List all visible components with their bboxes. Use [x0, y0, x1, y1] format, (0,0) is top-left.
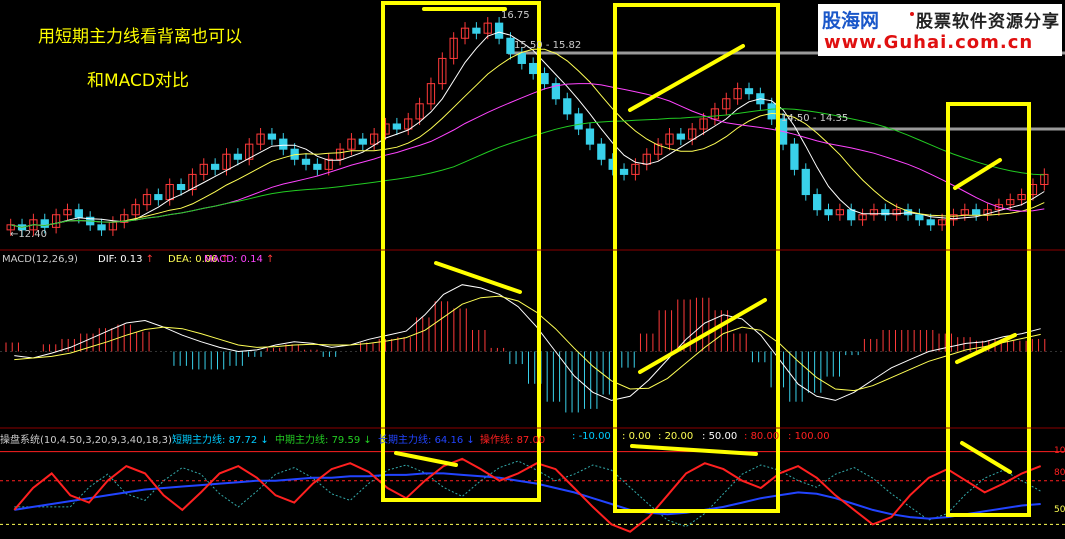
- mid-line: [14, 460, 1041, 528]
- macd-dif-label: DIF: 0.13 ↑: [98, 254, 155, 265]
- trend-line-ind-3: [960, 441, 1012, 474]
- candle-body: [472, 27, 481, 34]
- box-1: [381, 1, 541, 502]
- candle-body: [74, 209, 83, 218]
- watermark-slogan: 股票软件资源分享: [916, 12, 1060, 32]
- watermark-brand: 股海网: [822, 10, 880, 32]
- candle-body: [154, 194, 163, 201]
- annotation-text-1: 用短期主力线看背离也可以: [38, 27, 242, 47]
- candle-body: [926, 219, 935, 226]
- tick-100: 100: [1054, 446, 1065, 456]
- candle-body: [506, 37, 515, 54]
- candle-body: [267, 133, 277, 140]
- level-0: : 0.00: [622, 431, 651, 442]
- watermark-dot-icon: [910, 12, 914, 16]
- macd-hist-label: MACD: 0.14 ↑: [204, 254, 275, 265]
- candle-body: [540, 73, 549, 85]
- long-line-value: 64.16: [434, 435, 464, 446]
- price-high-label: 16.75: [501, 10, 530, 21]
- mid-line-value: 79.59: [331, 435, 361, 446]
- level2-label: 14.50 - 14.35: [781, 113, 849, 124]
- candle-body: [585, 128, 595, 145]
- mid-line-label: 中期主力线: 79.59 ↓: [275, 435, 372, 446]
- candle-body: [40, 219, 49, 228]
- short-line-value: 87.72: [228, 435, 258, 446]
- candle-body: [392, 123, 402, 130]
- tick-80: 80: [1054, 468, 1065, 478]
- trend-line-ind-1: [394, 451, 458, 467]
- level-100: : 100.00: [788, 431, 830, 442]
- level-80: : 80.00: [744, 431, 780, 442]
- macd-hist-value: 0.14: [240, 254, 263, 265]
- candle-body: [801, 168, 810, 196]
- candle-body: [529, 62, 538, 75]
- candle-body: [813, 194, 822, 211]
- trend-line-macd-3: [955, 333, 1017, 364]
- level1-label: 15.50 - 15.82: [514, 40, 582, 51]
- indicator-title: 操盘系统(10,4.50,3,20,9,3,40,18,3): [0, 435, 172, 446]
- trend-line-price-3: [953, 158, 1002, 190]
- candle-body: [824, 209, 833, 216]
- level-neg10: : -10.00: [572, 431, 611, 442]
- candle-body: [176, 183, 186, 191]
- dif-line: [14, 284, 1041, 401]
- candle-body: [915, 214, 924, 221]
- candle-body: [574, 113, 583, 130]
- tick-50: 50: [1054, 505, 1065, 515]
- op-line-value: 87.00: [516, 435, 546, 446]
- ma20-line: [10, 83, 1045, 228]
- dea-line: [14, 295, 1041, 392]
- candle-body: [517, 52, 526, 64]
- macd-title: MACD(12,26,9): [2, 254, 78, 265]
- candle-body: [972, 209, 981, 216]
- candle-body: [233, 153, 242, 160]
- candle-body: [847, 209, 856, 221]
- candle-body: [597, 143, 606, 160]
- level-50: : 50.00: [702, 431, 738, 442]
- trend-line-ind-2: [630, 444, 758, 456]
- short-line-label: 短期主力线: 87.72 ↓: [172, 435, 269, 446]
- candle-body: [494, 22, 504, 39]
- candle-body: [790, 143, 799, 170]
- watermark-logo: 股海网 股票软件资源分享 www.Guhai.com.cn: [818, 4, 1062, 56]
- candle-body: [676, 133, 685, 140]
- candle-body: [744, 88, 754, 95]
- macd-dif-value: 0.13: [120, 254, 143, 265]
- long-line-label: 长期主力线: 64.16 ↓: [378, 435, 475, 446]
- candle-body: [279, 138, 288, 150]
- op-line-label: 操作线: 87.00: [480, 435, 546, 446]
- candle-body: [619, 168, 629, 175]
- watermark-url: www.Guhai.com.cn: [824, 32, 1034, 53]
- level-20: : 20.00: [658, 431, 694, 442]
- indicator-panel: [0, 451, 1065, 533]
- annotation-text-2: 和MACD对比: [87, 71, 189, 91]
- long-line: [14, 472, 1041, 520]
- candle-body: [358, 138, 367, 145]
- candle-body: [211, 163, 220, 170]
- candle-body: [301, 158, 311, 165]
- macd-panel: [0, 284, 1065, 413]
- candle-body: [97, 224, 106, 231]
- price-low-label: ←12.40: [10, 229, 48, 240]
- candle-body: [767, 103, 776, 120]
- candle-body: [313, 163, 322, 170]
- short-line: [13, 457, 1042, 533]
- candle-body: [563, 98, 572, 115]
